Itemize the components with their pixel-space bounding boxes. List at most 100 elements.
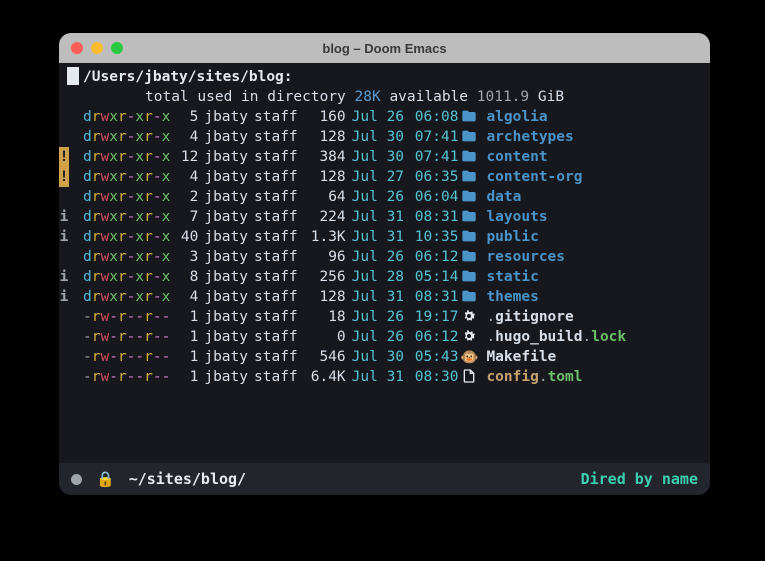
dired-mark: i [59,287,69,307]
permissions: drwxr-xr-x [83,107,170,127]
size: 96 [298,247,346,267]
permissions: drwxr-xr-x [83,127,170,147]
dired-row[interactable]: -rw-r--r--1jbatystaff0Jul 26 06:12.hugo_… [59,327,710,347]
owner: jbaty [198,307,248,327]
group: staff [248,207,298,227]
dired-row[interactable]: drwxr-xr-x3jbatystaff96Jul 26 06:12resou… [59,247,710,267]
permissions: drwxr-xr-x [83,227,170,247]
link-count: 1 [170,347,198,367]
dired-row[interactable]: idrwxr-xr-x8jbatystaff256Jul 28 05:14sta… [59,267,710,287]
dired-path: /Users/jbaty/sites/blog: [83,67,293,87]
close-window-button[interactable] [71,42,83,54]
dired-row[interactable]: idrwxr-xr-x7jbatystaff224Jul 31 08:31lay… [59,207,710,227]
cursor [67,67,79,85]
owner: jbaty [198,367,248,387]
size: 18 [298,307,346,327]
group: staff [248,307,298,327]
dired-buffer[interactable]: /Users/jbaty/sites/blog: total used in d… [59,63,710,463]
link-count: 1 [170,367,198,387]
time: 08:31 [404,287,458,307]
size: 6.4K [298,367,346,387]
dired-row[interactable]: drwxr-xr-x5jbatystaff160Jul 26 06:08algo… [59,107,710,127]
owner: jbaty [198,347,248,367]
zoom-window-button[interactable] [111,42,123,54]
owner: jbaty [198,287,248,307]
window-title: blog – Doom Emacs [59,41,710,56]
folder-icon [458,127,480,147]
dired-row[interactable]: -rw-r--r--1jbatystaff18Jul 26 19:17.giti… [59,307,710,327]
size: 64 [298,187,346,207]
size: 546 [298,347,346,367]
owner: jbaty [198,327,248,347]
folder-icon [458,167,480,187]
size: 224 [298,207,346,227]
link-count: 1 [170,307,198,327]
owner: jbaty [198,227,248,247]
monkey-icon: 🐵 [458,347,480,368]
dired-mark [59,327,69,347]
lock-icon: 🔒 [96,470,115,488]
size: 0 [298,327,346,347]
folder-icon [458,267,480,287]
size: 160 [298,107,346,127]
time: 05:14 [404,267,458,287]
folder-icon [458,207,480,227]
dired-row[interactable]: drwxr-xr-x2jbatystaff64Jul 26 06:04data [59,187,710,207]
modeline-left: 🔒 ~/sites/blog/ [71,470,246,488]
dired-row[interactable]: idrwxr-xr-x4jbatystaff128Jul 31 08:31the… [59,287,710,307]
dired-mark: i [59,227,69,247]
group: staff [248,347,298,367]
dired-row[interactable]: -rw-r--r--1jbatystaff546Jul 30 05:43🐵Mak… [59,347,710,367]
time: 06:35 [404,167,458,187]
link-count: 1 [170,327,198,347]
link-count: 12 [170,147,198,167]
permissions: -rw-r--r-- [83,347,170,367]
link-count: 40 [170,227,198,247]
owner: jbaty [198,247,248,267]
minimize-window-button[interactable] [91,42,103,54]
group: staff [248,267,298,287]
link-count: 2 [170,187,198,207]
time: 07:41 [404,147,458,167]
group: staff [248,127,298,147]
dired-mark [59,367,69,387]
link-count: 5 [170,107,198,127]
time: 10:35 [404,227,458,247]
size: 384 [298,147,346,167]
dired-row[interactable]: !drwxr-xr-x12jbatystaff384Jul 30 07:41co… [59,147,710,167]
permissions: drwxr-xr-x [83,187,170,207]
window-controls [59,42,123,54]
group: staff [248,107,298,127]
dired-row[interactable]: -rw-r--r--1jbatystaff6.4KJul 31 08:30con… [59,367,710,387]
link-count: 4 [170,127,198,147]
folder-icon [458,227,480,247]
size: 128 [298,127,346,147]
time: 08:31 [404,207,458,227]
dired-mark: ! [59,167,69,187]
dired-mark [59,347,69,367]
date: Jul 30 [346,127,404,147]
dired-mark [59,247,69,267]
dired-row[interactable]: !drwxr-xr-x4jbatystaff128Jul 27 06:35con… [59,167,710,187]
dired-mark [59,127,69,147]
group: staff [248,247,298,267]
time: 06:08 [404,107,458,127]
link-count: 4 [170,167,198,187]
dired-row[interactable]: drwxr-xr-x4jbatystaff128Jul 30 07:41arch… [59,127,710,147]
owner: jbaty [198,267,248,287]
dired-mark: i [59,207,69,227]
date: Jul 31 [346,207,404,227]
dired-row[interactable]: idrwxr-xr-x40jbatystaff1.3KJul 31 10:35p… [59,227,710,247]
link-count: 8 [170,267,198,287]
permissions: -rw-r--r-- [83,327,170,347]
date: Jul 26 [346,327,404,347]
group: staff [248,367,298,387]
folder-icon [458,107,480,127]
group: staff [248,187,298,207]
link-count: 4 [170,287,198,307]
time: 05:43 [404,347,458,367]
dired-mark: i [59,267,69,287]
date: Jul 26 [346,247,404,267]
dired-mark [59,107,69,127]
group: staff [248,227,298,247]
